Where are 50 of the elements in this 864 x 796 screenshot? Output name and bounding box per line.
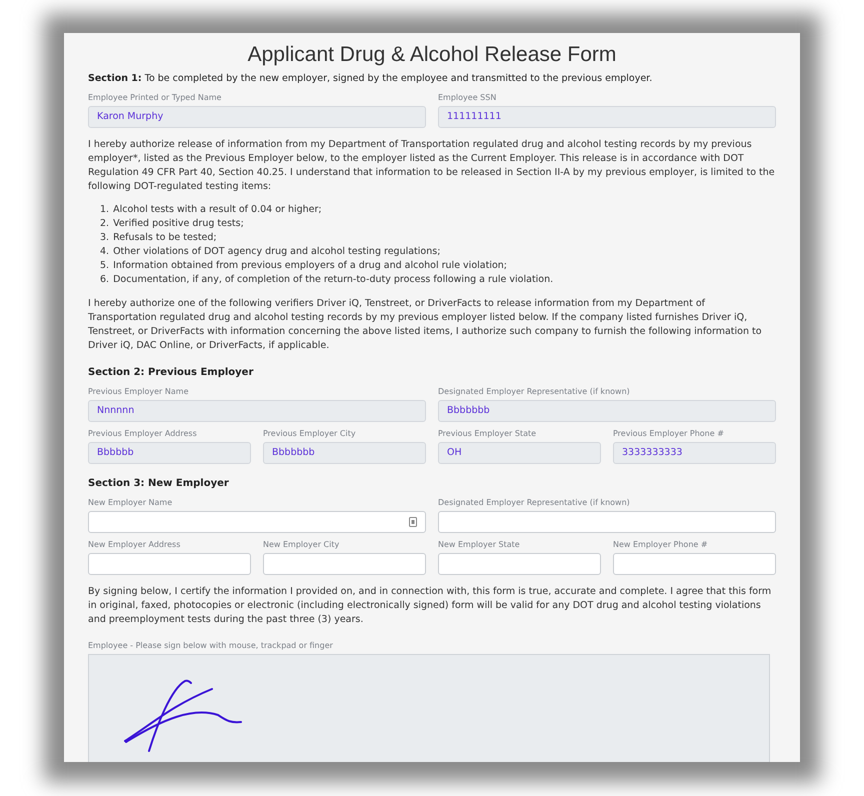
- list-item-text: Documentation, if any, of completion of the return-to-duty process following a rule violation.: [113, 273, 554, 288]
- list-number: 4.: [100, 245, 110, 260]
- input-field[interactable]: Bbbbbbb: [263, 442, 426, 464]
- field-label: New Employer Address: [88, 540, 182, 550]
- field-label: Previous Employer City: [263, 429, 357, 440]
- field-label: Employee Printed or Typed Name: [88, 93, 222, 104]
- list-number: 2.: [100, 217, 110, 232]
- field-label: Previous Employer Phone #: [613, 429, 725, 440]
- section-note: Section 1: To be completed by the new employer, signed by the employee and transmitted to the previous employer.: [88, 72, 654, 86]
- field-label: Designated Employer Representative (if known): [438, 387, 631, 398]
- input-field[interactable]: 111111111: [438, 106, 776, 128]
- input-field[interactable]: 3333333333: [613, 442, 776, 464]
- input-field[interactable]: [438, 511, 776, 534]
- input-field[interactable]: [438, 553, 601, 576]
- section-heading: Section 2: Previous Employer: [88, 366, 254, 380]
- list-number: 1.: [100, 203, 110, 218]
- field-label: Previous Employer Address: [88, 429, 198, 440]
- list-number: 6.: [100, 273, 110, 288]
- field-label: New Employer City: [263, 540, 340, 550]
- list-number: 5.: [100, 259, 110, 274]
- input-field[interactable]: [613, 553, 776, 576]
- input-field[interactable]: Karon Murphy: [88, 106, 426, 128]
- form-title: Applicant Drug & Alcohol Release Form: [246, 42, 618, 68]
- input-field[interactable]: [88, 511, 426, 534]
- list-number: 3.: [100, 231, 110, 246]
- list-item-text: Information obtained from previous employers of a drug and alcohol rule violation;: [113, 259, 507, 274]
- input-field[interactable]: Bbbbbb: [88, 442, 251, 464]
- list-item-text: Alcohol tests with a result of 0.04 or higher;: [113, 203, 322, 218]
- consent-paragraph: I hereby authorize one of the following verifiers Driver iQ, Tenstreet, or DriverFacts to release information from my Department of Transportation regulated drug and alcohol testing records by my previous employer listed below. If the company listed furnishes Driver iQ, Tenstreet, or DriverFacts with information concerning the above listed items, I authorize such company to furnish the following information to Driver iQ, DAC Online, or DriverFacts, if applicable.: [88, 297, 763, 354]
- input-field[interactable]: Nnnnnn: [88, 400, 426, 422]
- list-item-text: Other violations of DOT agency drug and alcohol testing regulations;: [113, 245, 440, 260]
- field-label: New Employer Phone #: [613, 540, 709, 550]
- input-field[interactable]: [263, 553, 426, 576]
- input-field[interactable]: Bbbbbbb: [438, 400, 776, 422]
- signature-label: Employee - Please sign below with mouse, trackpad or finger: [88, 641, 334, 652]
- field-label: Previous Employer State: [438, 429, 538, 440]
- consent-paragraph: By signing below, I certify the information I provided on, and in connection with, this form is true, accurate and complete. I agree that this form in original, faxed, photocopies or electronic (including electronically signed) form will be valid for any DOT drug and alcohol testing violations and preemployment tests during the past three (3) years.: [88, 585, 772, 628]
- field-label: Previous Employer Name: [88, 387, 190, 398]
- field-label: Employee SSN: [438, 93, 498, 104]
- input-field[interactable]: [88, 553, 251, 576]
- input-field[interactable]: OH: [438, 442, 601, 464]
- section-heading: Section 3: New Employer: [88, 477, 230, 492]
- signature-pad[interactable]: [88, 654, 770, 762]
- field-label: New Employer State: [438, 540, 521, 550]
- consent-paragraph: I hereby authorize release of information from my Department of Transportation regulated drug and alcohol testing records by my previous employer*, listed as the Previous Employer below, to the employer listed as the Current Employer. This release is in accordance with DOT Regulation 49 CFR Part 40, Section 40.25. I understand that information to be released in Section II-A by my previous employer, is limited to the following DOT-regulated testing items:: [88, 138, 776, 194]
- field-label: Designated Employer Representative (if known): [438, 498, 631, 508]
- autofill-icon[interactable]: [409, 517, 417, 528]
- field-label: New Employer Name: [88, 498, 174, 508]
- list-item-text: Refusals to be tested;: [113, 231, 217, 246]
- list-item-text: Verified positive drug tests;: [113, 217, 244, 232]
